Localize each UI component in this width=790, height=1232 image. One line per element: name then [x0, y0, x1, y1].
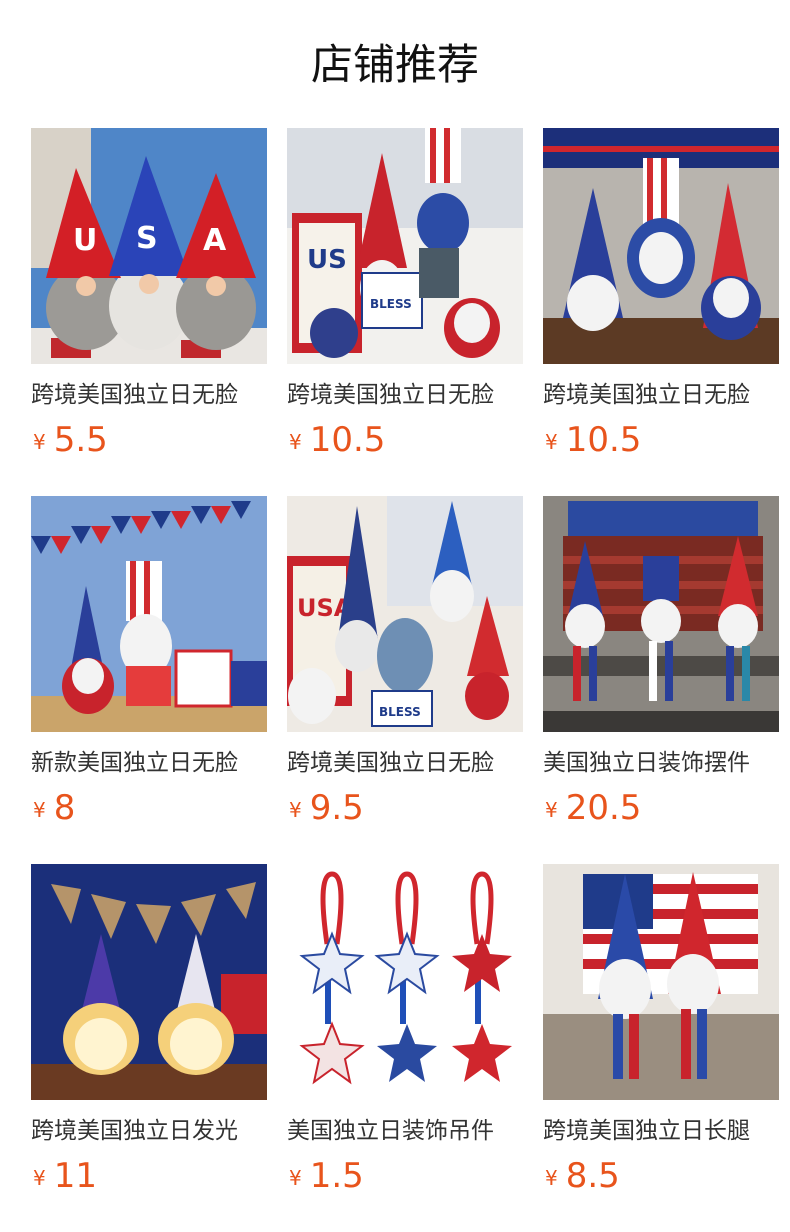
currency-symbol: ¥: [289, 430, 302, 454]
product-image[interactable]: [543, 128, 779, 364]
product-name[interactable]: 跨境美国独立日发光: [31, 1116, 267, 1150]
product-price: ¥5.5: [33, 418, 108, 462]
product-name[interactable]: 美国独立日装饰摆件: [543, 748, 779, 782]
product-image[interactable]: [31, 864, 267, 1100]
product-image[interactable]: [543, 496, 779, 732]
product-price: ¥1.5: [289, 1154, 364, 1198]
price-value: 20.5: [565, 788, 642, 828]
currency-symbol: ¥: [289, 1166, 302, 1190]
product-price: ¥9.5: [289, 786, 364, 830]
currency-symbol: ¥: [545, 430, 558, 454]
price-value: 9.5: [309, 788, 364, 828]
currency-symbol: ¥: [289, 798, 302, 822]
product-grid: USA 跨境美国独立日无脸 ¥5.5 US BLESS 跨境美国独立日无脸 ¥ …: [0, 0, 790, 1232]
product-name[interactable]: 美国独立日装饰吊件: [287, 1116, 523, 1150]
product-image[interactable]: USA: [31, 128, 267, 364]
price-value: 10.5: [309, 420, 386, 460]
product-name[interactable]: 跨境美国独立日无脸: [543, 380, 779, 414]
product-card[interactable]: 跨境美国独立日无脸 ¥10.5: [543, 128, 779, 460]
price-value: 10.5: [565, 420, 642, 460]
price-value: 1.5: [309, 1156, 364, 1196]
currency-symbol: ¥: [33, 1166, 46, 1190]
svg-text:BLESS: BLESS: [379, 705, 421, 719]
product-card[interactable]: U S A 跨境美国独立日无脸 ¥5.5: [31, 128, 267, 460]
product-card[interactable]: 跨境美国独立日长腿 ¥8.5: [543, 864, 779, 1196]
product-name[interactable]: 跨境美国独立日无脸: [287, 748, 523, 782]
product-card[interactable]: 新款美国独立日无脸 ¥8: [31, 496, 267, 828]
product-card[interactable]: 跨境美国独立日发光 ¥11: [31, 864, 267, 1196]
price-value: 11: [53, 1156, 97, 1196]
product-name[interactable]: 跨境美国独立日无脸: [31, 380, 267, 414]
product-image[interactable]: USA BLESS: [287, 496, 523, 732]
product-image[interactable]: [31, 496, 267, 732]
svg-text:S: S: [136, 221, 158, 256]
product-price: ¥10.5: [545, 418, 641, 462]
product-name[interactable]: 跨境美国独立日无脸: [287, 380, 523, 414]
product-image[interactable]: [287, 864, 523, 1100]
currency-symbol: ¥: [545, 798, 558, 822]
product-card[interactable]: 美国独立日装饰吊件 ¥1.5: [287, 864, 523, 1196]
currency-symbol: ¥: [33, 430, 46, 454]
product-price: ¥11: [33, 1154, 97, 1198]
product-card[interactable]: 美国独立日装饰摆件 ¥20.5: [543, 496, 779, 828]
product-price: ¥20.5: [545, 786, 641, 830]
product-price: ¥8.5: [545, 1154, 620, 1198]
product-price: ¥8: [33, 786, 75, 830]
product-name[interactable]: 新款美国独立日无脸: [31, 748, 267, 782]
currency-symbol: ¥: [33, 798, 46, 822]
svg-text:U: U: [73, 223, 97, 258]
svg-text:BLESS: BLESS: [370, 297, 412, 311]
product-image[interactable]: US BLESS: [287, 128, 523, 364]
currency-symbol: ¥: [545, 1166, 558, 1190]
svg-text:US: US: [307, 245, 347, 275]
product-image[interactable]: [543, 864, 779, 1100]
product-name[interactable]: 跨境美国独立日长腿: [543, 1116, 779, 1150]
product-card[interactable]: USA BLESS 跨境美国独立日无脸 ¥9.5: [287, 496, 523, 828]
price-value: 8: [53, 788, 76, 828]
svg-text:A: A: [203, 223, 227, 258]
product-card[interactable]: US BLESS 跨境美国独立日无脸 ¥10.5: [287, 128, 523, 460]
price-value: 5.5: [53, 420, 108, 460]
price-value: 8.5: [565, 1156, 620, 1196]
product-price: ¥10.5: [289, 418, 385, 462]
